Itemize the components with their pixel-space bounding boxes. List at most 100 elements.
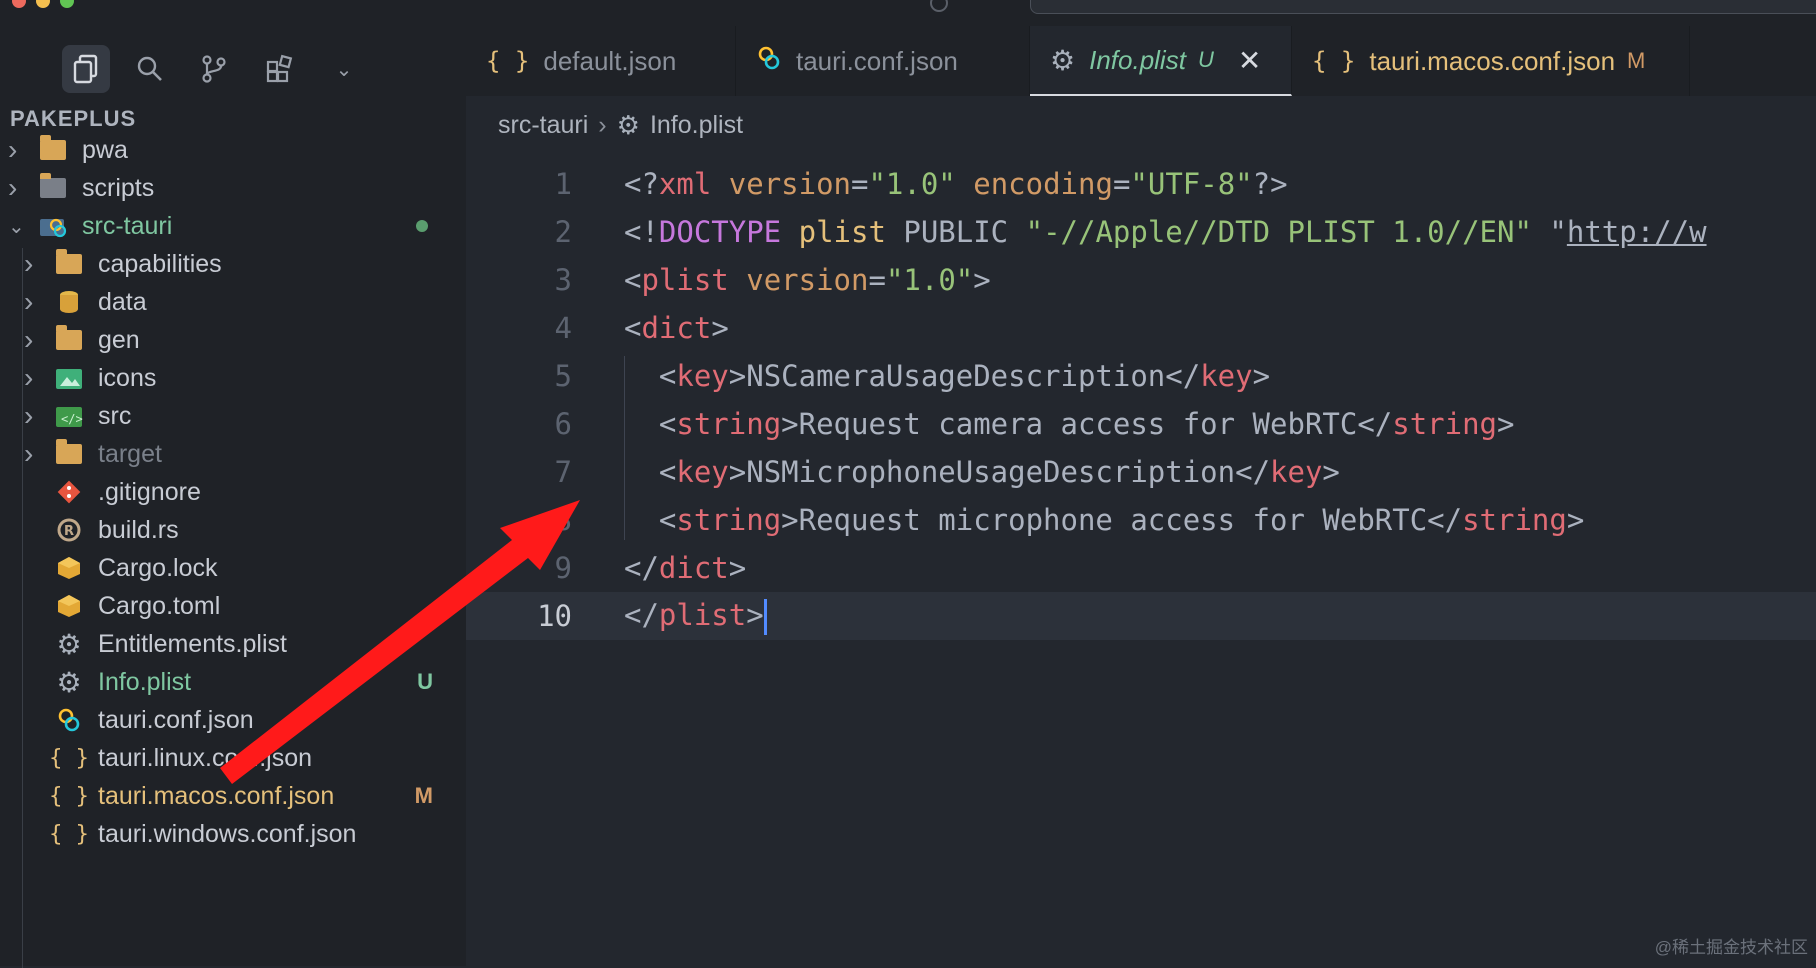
explorer-icon[interactable] — [62, 45, 110, 93]
tree-item-label: Info.plist — [98, 667, 192, 696]
code-line[interactable]: 2 <!DOCTYPE plist PUBLIC "-//Apple//DTD P… — [466, 208, 1816, 256]
tauri-icon — [54, 705, 84, 735]
watermark: @稀土掘金技术社区 — [1654, 938, 1808, 957]
svg-text:R: R — [64, 524, 74, 539]
search-icon[interactable] — [126, 45, 174, 93]
folder-icon — [54, 249, 84, 279]
tab-info-plist[interactable]: ⚙ Info.plist U ✕ — [1030, 26, 1292, 96]
activity-bar: ⌄ — [0, 26, 466, 96]
explorer-sidebar: PAKEPLUS › pwa › scripts ⌄ src-tauri › capabili… — [0, 96, 466, 968]
tree-item-label: src-tauri — [82, 211, 173, 240]
folder-icon — [54, 325, 84, 355]
close-icon[interactable]: ✕ — [1238, 44, 1261, 77]
line-number: 3 — [554, 263, 572, 297]
code-text[interactable]: <!DOCTYPE plist PUBLIC "-//Apple//DTD PL… — [624, 215, 1707, 249]
cargo-icon — [54, 591, 84, 621]
breadcrumb-separator: › — [598, 111, 607, 139]
code-line[interactable]: 9 </dict> — [466, 544, 1816, 592]
json-icon: { } — [49, 783, 89, 809]
tree-item-label: tauri.macos.conf.json — [98, 781, 335, 810]
tree-item-label: tauri.windows.conf.json — [98, 819, 357, 848]
command-center-search[interactable] — [1030, 0, 1816, 14]
scripts-folder-icon — [38, 173, 68, 203]
chevron-right-icon[interactable]: › — [24, 324, 33, 356]
line-number: 10 — [537, 599, 572, 633]
folder-icon — [54, 439, 84, 469]
code-text[interactable]: <dict> — [624, 311, 729, 345]
line-number: 2 — [554, 215, 572, 249]
code-text[interactable]: <string>Request camera access for WebRTC… — [624, 407, 1515, 441]
untracked-badge: U — [1197, 47, 1214, 72]
tree-item-label: capabilities — [98, 249, 222, 278]
line-number: 4 — [554, 311, 572, 345]
gear-icon: ⚙ — [616, 110, 640, 140]
tauri-folder-icon — [38, 211, 68, 241]
tree-item-label: tauri.conf.json — [98, 705, 254, 734]
code-text[interactable]: <?xml version="1.0" encoding="UTF-8"?> — [624, 167, 1288, 201]
tab-tauri-macos-conf-json[interactable]: { } tauri.macos.conf.json M — [1292, 26, 1690, 96]
text-cursor — [763, 598, 767, 635]
tree-item-label: scripts — [82, 173, 155, 202]
chevron-right-icon[interactable]: › — [24, 438, 33, 470]
code-line[interactable]: 8 <string>Request microphone access for … — [466, 496, 1816, 544]
code-text[interactable]: <string>Request microphone access for We… — [624, 503, 1584, 537]
rust-icon: R — [54, 515, 84, 545]
tab-label: tauri.macos.conf.json — [1369, 45, 1616, 76]
database-folder-icon — [54, 287, 84, 317]
gear-icon: ⚙ — [1050, 44, 1076, 76]
tauri-icon — [756, 45, 782, 78]
code-line[interactable]: 10 </plist> — [466, 592, 1816, 640]
maximize-window-button[interactable] — [60, 0, 74, 8]
line-number: 5 — [554, 359, 572, 393]
tree-item-label: src — [98, 401, 132, 430]
json-icon: { } — [486, 47, 530, 75]
breadcrumb-file[interactable]: Info.plist — [650, 111, 743, 140]
code-line[interactable]: 7 <key>NSMicrophoneUsageDescription</key… — [466, 448, 1816, 496]
source-control-icon[interactable] — [190, 45, 238, 93]
tree-item[interactable]: { } tauri.windows.conf.json — [0, 812, 466, 856]
gear-icon: ⚙ — [56, 666, 82, 698]
code-line[interactable]: 4 <dict> — [466, 304, 1816, 352]
line-number: 9 — [554, 551, 572, 585]
layout-icon[interactable] — [930, 0, 948, 12]
tree-item-label: Entitlements.plist — [98, 629, 287, 658]
close-window-button[interactable] — [12, 0, 26, 8]
code-editor[interactable]: src-tauri › ⚙ Info.plist 1 <?xml version=… — [466, 96, 1816, 966]
tab-label: tauri.conf.json — [796, 45, 958, 76]
breadcrumb-folder[interactable]: src-tauri — [498, 111, 588, 140]
line-number: 6 — [554, 407, 572, 441]
line-number: 8 — [554, 503, 572, 537]
chevron-right-icon[interactable]: › — [24, 362, 33, 394]
code-line[interactable]: 5 <key>NSCameraUsageDescription</key> — [466, 352, 1816, 400]
code-text[interactable]: </dict> — [624, 551, 746, 585]
chevron-down-icon[interactable]: ⌄ — [320, 45, 368, 93]
chevron-right-icon[interactable]: › — [8, 172, 17, 204]
chevron-right-icon[interactable]: › — [8, 134, 17, 166]
chevron-right-icon[interactable]: › — [24, 286, 33, 318]
chevron-right-icon[interactable]: › — [24, 400, 33, 432]
code-line[interactable]: 1 <?xml version="1.0" encoding="UTF-8"?> — [466, 160, 1816, 208]
code-line[interactable]: 6 <string>Request camera access for WebR… — [466, 400, 1816, 448]
window-title-strip — [0, 0, 1816, 26]
code-line[interactable]: 3 <plist version="1.0"> — [466, 256, 1816, 304]
tab-tauri-conf-json[interactable]: tauri.conf.json — [736, 26, 1030, 96]
tree-item-label: Cargo.lock — [98, 553, 218, 582]
json-icon: { } — [49, 745, 89, 771]
code-text[interactable]: <key>NSCameraUsageDescription</key> — [624, 359, 1270, 393]
minimize-window-button[interactable] — [36, 0, 50, 8]
line-number: 7 — [554, 455, 572, 489]
code-text[interactable]: </plist> — [624, 598, 767, 635]
code-text[interactable]: <key>NSMicrophoneUsageDescription</key> — [624, 455, 1340, 489]
tab-default-json[interactable]: { } default.json — [466, 26, 736, 96]
extensions-icon[interactable] — [256, 45, 304, 93]
chevron-right-icon[interactable]: › — [24, 248, 33, 280]
line-number: 1 — [554, 167, 572, 201]
gear-icon: ⚙ — [56, 628, 82, 660]
breadcrumb: src-tauri › ⚙ Info.plist — [498, 110, 743, 141]
json-icon: { } — [49, 821, 89, 847]
code-text[interactable]: <plist version="1.0"> — [624, 263, 991, 297]
untracked-badge: U — [417, 669, 433, 694]
tree-item-label: .gitignore — [98, 477, 201, 506]
tab-label: default.json — [543, 45, 677, 76]
chevron-down-icon[interactable]: ⌄ — [8, 214, 25, 239]
